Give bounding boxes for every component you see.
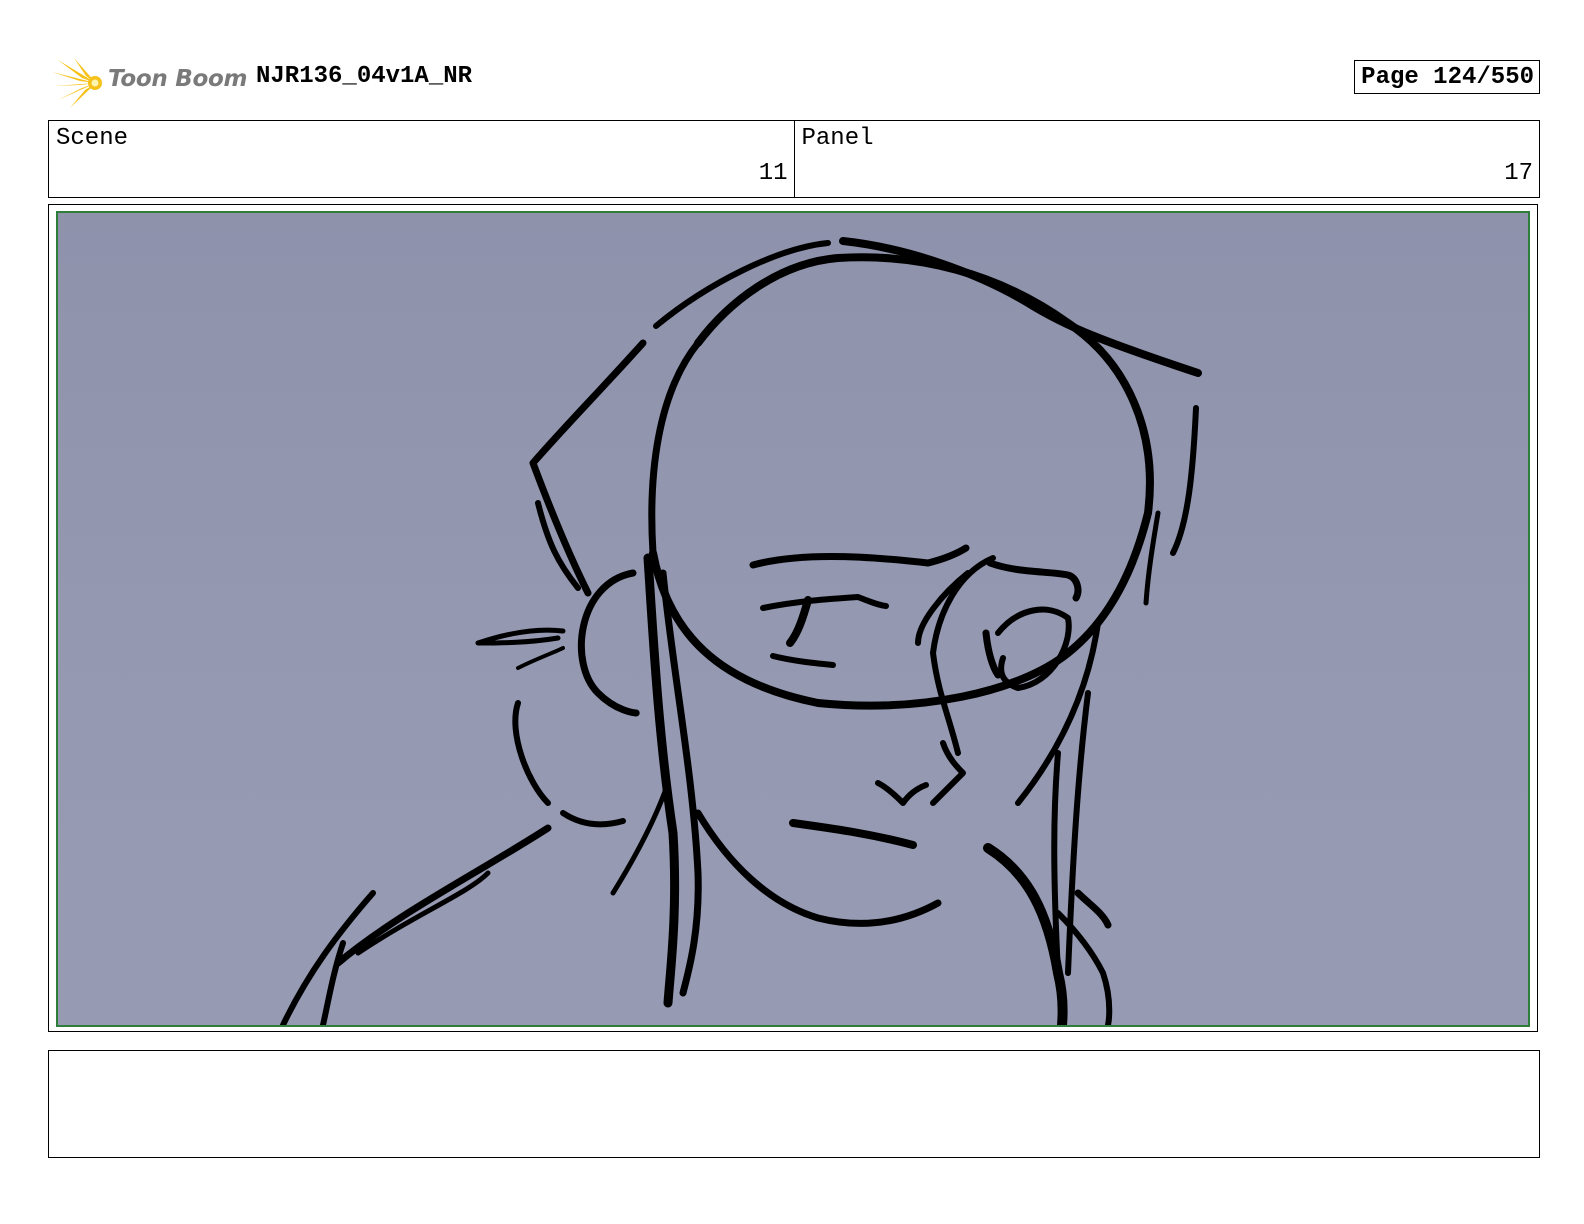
page-number: Page 124/550 (1354, 60, 1540, 94)
logo-text: Toon Boom (108, 66, 248, 92)
page-header: Toon Boom NJR136_04v1A_NR Page 124/550 (48, 56, 1540, 108)
scene-value: 11 (758, 160, 788, 187)
scene-label: Scene (56, 125, 129, 152)
panel-cell: Panel 17 (793, 121, 1540, 197)
starburst-icon (52, 58, 102, 108)
panel-image (56, 211, 1530, 1027)
toon-boom-logo: Toon Boom (52, 58, 247, 108)
scene-cell: Scene 11 (49, 121, 794, 197)
panel-value: 17 (1504, 160, 1533, 187)
notes-area (48, 1050, 1540, 1158)
panel-frame (48, 204, 1538, 1032)
panel-label: Panel (801, 125, 874, 152)
document-title: NJR136_04v1A_NR (256, 63, 473, 90)
scene-panel-info: Scene 11 Panel 17 (48, 120, 1540, 198)
character-sketch (280, 237, 1202, 1025)
